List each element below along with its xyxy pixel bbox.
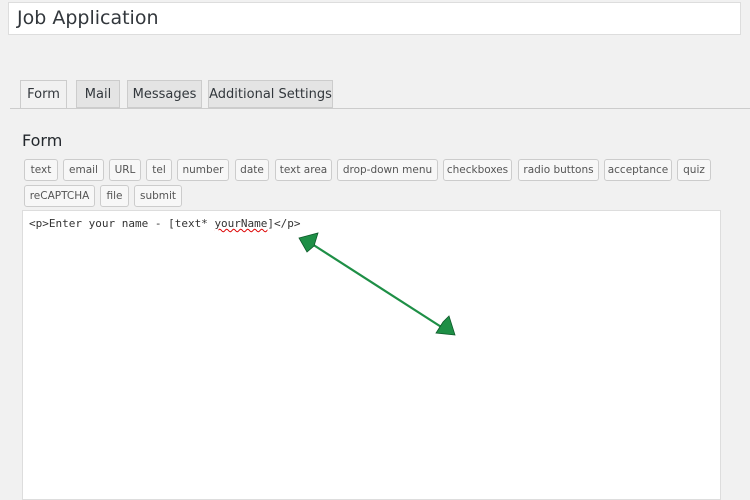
arrow-head-start — [298, 232, 319, 253]
arrow-shaft — [311, 243, 447, 331]
double-headed-arrow-icon — [298, 232, 456, 336]
